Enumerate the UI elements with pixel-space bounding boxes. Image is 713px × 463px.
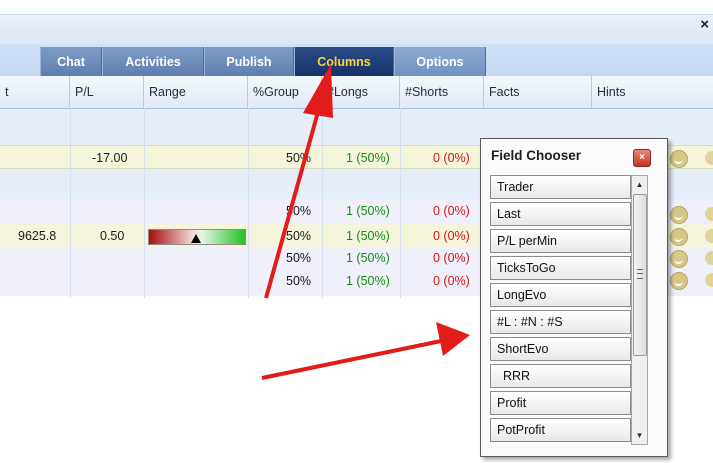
smiley-icon bbox=[670, 206, 688, 224]
column-header-longs[interactable]: #Longs bbox=[322, 76, 400, 108]
shorts-value: 0 (0%) bbox=[433, 204, 470, 218]
smiley-icon bbox=[670, 250, 688, 268]
field-item-last[interactable]: Last bbox=[490, 202, 631, 226]
smiley-icon bbox=[705, 273, 713, 287]
tab-publish[interactable]: Publish bbox=[204, 47, 294, 76]
scrollbar[interactable]: ▲ ▼ bbox=[631, 175, 648, 445]
smiley-icon bbox=[670, 228, 688, 246]
longs-value: 1 (50%) bbox=[346, 151, 390, 165]
range-marker-icon bbox=[191, 234, 201, 243]
scroll-down-icon[interactable]: ▼ bbox=[632, 427, 647, 444]
shorts-value: 0 (0%) bbox=[433, 151, 470, 165]
smiley-icon bbox=[670, 150, 688, 168]
column-header-last[interactable]: t bbox=[0, 76, 70, 108]
column-divider bbox=[400, 108, 401, 298]
column-divider bbox=[144, 108, 145, 298]
column-header-pl[interactable]: P/L bbox=[70, 76, 144, 108]
field-list: Trader Last P/L perMin TicksToGo LongEvo… bbox=[490, 175, 631, 445]
field-item-trader[interactable]: Trader bbox=[490, 175, 631, 199]
column-header-facts[interactable]: Facts bbox=[484, 76, 592, 108]
field-chooser-dialog: Field Chooser × Trader Last P/L perMin T… bbox=[480, 138, 668, 457]
group-value: 50% bbox=[286, 251, 312, 265]
tab-strip: Chat Activities Publish Columns Options bbox=[0, 44, 713, 77]
longs-value: 1 (50%) bbox=[346, 204, 390, 218]
pl-value: -17.00 bbox=[92, 151, 128, 165]
group-value: 50% bbox=[286, 204, 312, 218]
column-header-shorts[interactable]: #Shorts bbox=[400, 76, 484, 108]
shorts-value: 0 (0%) bbox=[433, 251, 470, 265]
smiley-icon bbox=[705, 229, 713, 243]
shorts-value: 0 (0%) bbox=[433, 229, 470, 243]
smiley-icon bbox=[705, 207, 713, 221]
smiley-icon bbox=[705, 151, 713, 165]
scroll-up-icon[interactable]: ▲ bbox=[632, 176, 647, 193]
tab-activities[interactable]: Activities bbox=[102, 47, 204, 76]
tab-chat[interactable]: Chat bbox=[40, 47, 102, 76]
longs-value: 1 (50%) bbox=[346, 229, 390, 243]
field-item-shortevo[interactable]: ShortEvo bbox=[490, 337, 631, 361]
longs-value: 1 (50%) bbox=[346, 251, 390, 265]
field-item-lns[interactable]: #L : #N : #S bbox=[490, 310, 631, 334]
smiley-icon bbox=[670, 272, 688, 290]
column-header-range[interactable]: Range bbox=[144, 76, 248, 108]
column-divider bbox=[322, 108, 323, 298]
pl-value: 0.50 bbox=[100, 229, 125, 243]
last-value: 9625.8 bbox=[18, 229, 57, 243]
column-divider bbox=[248, 108, 249, 298]
group-value: 50% bbox=[286, 151, 312, 165]
close-icon[interactable]: × bbox=[633, 149, 651, 167]
close-icon[interactable]: × bbox=[700, 16, 709, 33]
scroll-thumb[interactable] bbox=[633, 194, 647, 356]
field-chooser-title: Field Chooser bbox=[491, 148, 582, 163]
column-header-hints[interactable]: Hints bbox=[592, 76, 713, 108]
window-title-bar: × bbox=[0, 0, 713, 45]
column-divider bbox=[70, 108, 71, 298]
grid-header: t P/L Range %Group #Longs #Shorts Facts … bbox=[0, 76, 713, 109]
column-header-group[interactable]: %Group bbox=[248, 76, 322, 108]
field-item-potprofit[interactable]: PotProfit bbox=[490, 418, 631, 442]
smiley-icon bbox=[705, 251, 713, 265]
group-value: 50% bbox=[286, 229, 312, 243]
field-item-profit[interactable]: Profit bbox=[490, 391, 631, 415]
grip-icon bbox=[637, 269, 643, 279]
arrow-to-field-chooser bbox=[261, 322, 470, 380]
longs-value: 1 (50%) bbox=[346, 274, 390, 288]
title-band bbox=[0, 14, 713, 45]
shorts-value: 0 (0%) bbox=[433, 274, 470, 288]
field-item-pl-permin[interactable]: P/L perMin bbox=[490, 229, 631, 253]
field-item-longevo[interactable]: LongEvo bbox=[490, 283, 631, 307]
range-bar bbox=[148, 229, 246, 245]
field-item-tickstogo[interactable]: TicksToGo bbox=[490, 256, 631, 280]
tab-options[interactable]: Options bbox=[394, 47, 486, 76]
tab-columns[interactable]: Columns bbox=[294, 47, 394, 76]
field-item-rrr[interactable]: RRR bbox=[490, 364, 631, 388]
group-value: 50% bbox=[286, 274, 312, 288]
